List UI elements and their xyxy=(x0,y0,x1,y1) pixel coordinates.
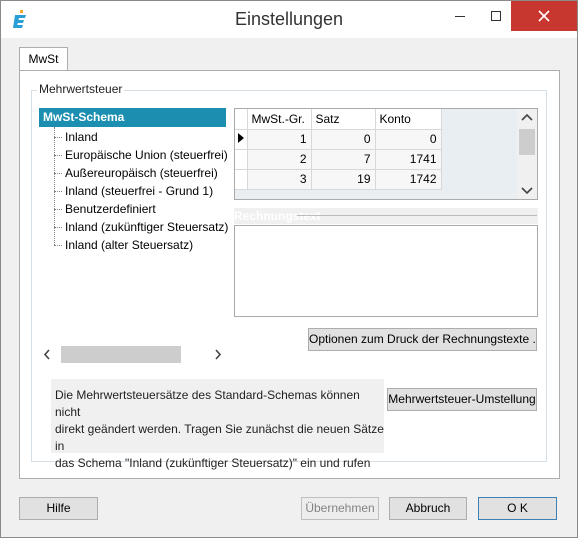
table-row[interactable]: 2 7 1741 xyxy=(235,149,442,170)
grid-cell[interactable]: 0 xyxy=(311,129,376,150)
tree-item-inland[interactable]: Inland xyxy=(54,128,98,146)
cancel-button[interactable]: Abbruch xyxy=(389,497,467,520)
tree-item-inland-alt[interactable]: Inland (alter Steuersatz) xyxy=(54,236,193,254)
grid-cell[interactable]: 1742 xyxy=(375,169,442,190)
vat-rates-grid[interactable]: MwSt.-Gr. Satz Konto 1 0 0 2 7 1741 3 19… xyxy=(234,108,538,200)
tab-mwst[interactable]: MwSt xyxy=(19,47,68,71)
maximize-button[interactable] xyxy=(482,1,510,31)
scroll-right-icon[interactable] xyxy=(209,346,226,363)
grid-cell[interactable]: 3 xyxy=(247,169,312,190)
row-header xyxy=(235,149,248,170)
horizontal-scroll-thumb[interactable] xyxy=(61,346,181,363)
minimize-icon xyxy=(455,16,465,17)
info-line: Die Mehrwertsteuersätze des Standard-Sch… xyxy=(55,388,360,419)
grid-col-konto[interactable]: Konto xyxy=(375,109,442,130)
rechnungstext-divider xyxy=(297,215,537,216)
settings-window: Einstellungen MwSt Mehrwertsteuer MwSt-S… xyxy=(0,0,578,538)
apply-button[interactable]: Übernehmen xyxy=(301,497,379,520)
info-text: Die Mehrwertsteuersätze des Standard-Sch… xyxy=(55,387,385,472)
grid-cell[interactable]: 7 xyxy=(311,149,376,170)
vat-changeover-button[interactable]: Mehrwertsteuer-Umstellung xyxy=(387,388,537,411)
grid-cell[interactable]: 0 xyxy=(375,129,442,150)
maximize-icon xyxy=(491,11,501,21)
grid-col-mwst-gr[interactable]: MwSt.-Gr. xyxy=(247,109,312,130)
grid-header-row: MwSt.-Gr. Satz Konto xyxy=(235,109,442,130)
grid-corner-cell xyxy=(235,109,248,130)
tree-horizontal-scrollbar[interactable] xyxy=(39,346,226,363)
scroll-left-icon[interactable] xyxy=(39,346,56,363)
table-row[interactable]: 1 0 0 xyxy=(235,129,442,150)
ok-button[interactable]: O K xyxy=(478,497,557,520)
title-bar[interactable]: Einstellungen xyxy=(1,1,577,38)
help-button[interactable]: Hilfe xyxy=(19,497,98,520)
grid-col-satz[interactable]: Satz xyxy=(311,109,376,130)
tree-root-mwst-schema[interactable]: MwSt-Schema xyxy=(39,108,226,127)
rechnungstext-textarea[interactable] xyxy=(234,225,538,317)
rechnungstext-label: Rechnungstext xyxy=(234,208,538,224)
info-line: in xyxy=(55,439,65,453)
info-line: direkt geändert werden. Tragen Sie zunäc… xyxy=(55,422,384,436)
tree-item-inland-zukuenftig[interactable]: Inland (zukünftiger Steuersatz) xyxy=(54,218,228,236)
vertical-scroll-thumb[interactable] xyxy=(519,129,535,155)
vat-group-caption: Mehrwertsteuer xyxy=(37,82,125,96)
tree-item-benutzerdefiniert[interactable]: Benutzerdefiniert xyxy=(54,200,156,218)
current-row-indicator-icon xyxy=(235,129,248,150)
table-row[interactable]: 3 19 1742 xyxy=(235,169,442,190)
grid-cell[interactable]: 1741 xyxy=(375,149,442,170)
print-options-button[interactable]: Optionen zum Druck der Rechnungstexte ..… xyxy=(308,328,537,351)
grid-cell[interactable]: 1 xyxy=(247,129,312,150)
close-icon xyxy=(538,10,550,22)
close-button[interactable] xyxy=(511,1,577,31)
scroll-down-icon[interactable] xyxy=(517,181,537,199)
minimize-button[interactable] xyxy=(438,1,482,31)
info-line: das Schema "Inland (zukünftiger Steuersa… xyxy=(55,456,371,470)
tree-item-aussereuropaeisch[interactable]: Außereuropäisch (steuerfrei) xyxy=(54,164,218,182)
grid-cell[interactable]: 2 xyxy=(247,149,312,170)
row-header xyxy=(235,169,248,190)
scroll-up-icon[interactable] xyxy=(517,109,537,127)
grid-cell[interactable]: 19 xyxy=(311,169,376,190)
grid-vertical-scrollbar[interactable] xyxy=(517,109,537,199)
tree-item-inland-steuerfrei[interactable]: Inland (steuerfrei - Grund 1) xyxy=(54,182,213,200)
tree-item-eu[interactable]: Europäische Union (steuerfrei) xyxy=(54,146,228,164)
